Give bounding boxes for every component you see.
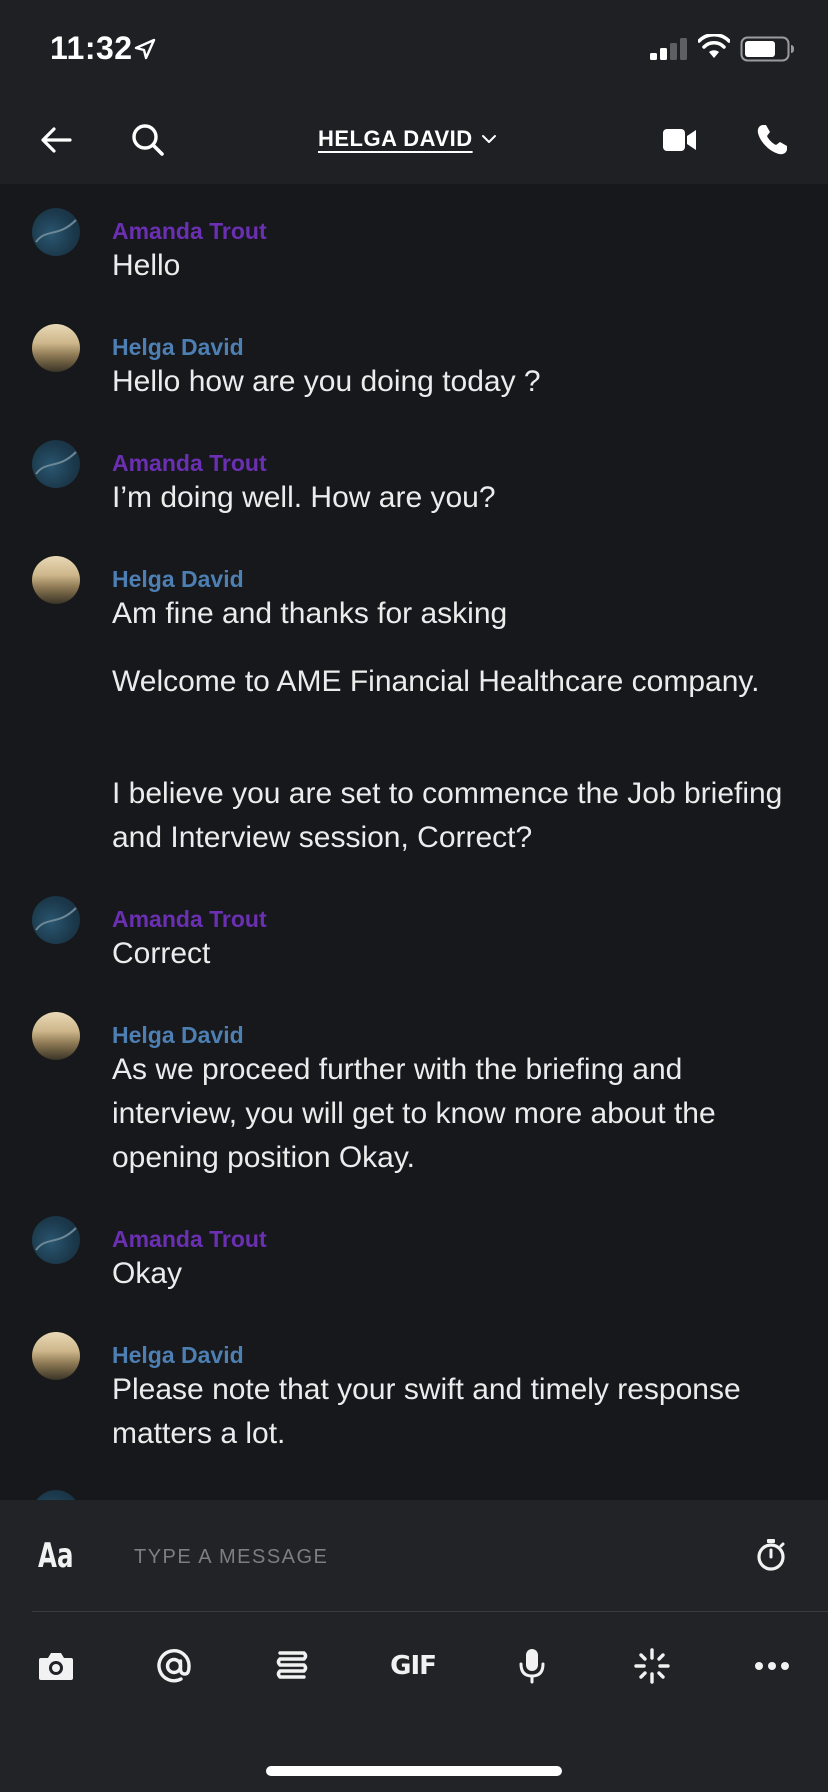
message-text: Hello: [112, 249, 181, 282]
stacked-lines-icon: [276, 1651, 308, 1679]
stopwatch-icon: [757, 1539, 785, 1571]
message-text: Welcome to AME Financial Healthcare comp…: [112, 665, 760, 698]
at-sign-icon: [157, 1649, 191, 1683]
message-input[interactable]: [132, 1536, 696, 1578]
avatar[interactable]: [32, 896, 80, 944]
message-text: Please note that your swift and timely r…: [112, 1373, 741, 1450]
message-text: I’m doing well. How are you?: [112, 481, 496, 514]
avatar[interactable]: [32, 1332, 80, 1380]
contact-name-dropdown[interactable]: HELGA DAVID: [318, 126, 497, 152]
sender-name: Helga David: [112, 334, 244, 360]
more-options-button[interactable]: [742, 1636, 802, 1696]
composer-toolbar: GIF: [0, 1636, 828, 1696]
message-text: Okay: [112, 1257, 183, 1290]
location-arrow-icon: [134, 38, 156, 60]
back-button[interactable]: [34, 118, 78, 162]
video-camera-icon: [663, 129, 696, 151]
avatar[interactable]: [32, 208, 80, 256]
voice-message-button[interactable]: [502, 1636, 562, 1696]
avatar[interactable]: [32, 1012, 80, 1060]
sender-name: Helga David: [112, 1342, 244, 1368]
contact-name: HELGA DAVID: [318, 126, 473, 151]
message-text: As we proceed further with the briefing …: [112, 1053, 716, 1174]
arrow-left-icon: [41, 127, 72, 153]
gif-icon: GIF: [390, 1651, 437, 1681]
sender-name: Helga David: [112, 1022, 244, 1048]
more-dots-icon: [755, 1662, 789, 1670]
wifi-icon: [698, 34, 730, 58]
message-text: Correct: [112, 937, 211, 970]
phone-icon: [757, 125, 787, 155]
avatar[interactable]: [32, 1490, 80, 1500]
message-text: Am fine and thanks for asking: [112, 597, 508, 630]
chat-header: HELGA DAVID: [0, 96, 828, 184]
message-composer: Aa GIF: [0, 1500, 828, 1792]
sparkle-icon: [634, 1648, 670, 1684]
voice-call-button[interactable]: [750, 118, 794, 162]
home-indicator[interactable]: [266, 1766, 562, 1776]
sender-name: Helga David: [112, 566, 244, 592]
chevron-down-icon: [481, 135, 496, 143]
video-call-button[interactable]: [658, 118, 702, 162]
sender-name: Amanda Trout: [112, 1226, 267, 1252]
camera-icon: [39, 1653, 73, 1680]
text-format-button[interactable]: Aa: [38, 1536, 73, 1576]
message-list[interactable]: Amanda Trout Hello Helga David Hello how…: [0, 184, 828, 1500]
message-text: Hello how are you doing today ?: [112, 365, 541, 398]
sender-name: Amanda Trout: [112, 218, 267, 244]
search-button[interactable]: [126, 118, 170, 162]
gif-button[interactable]: GIF: [383, 1636, 443, 1696]
search-icon: [132, 124, 164, 156]
camera-button[interactable]: [26, 1636, 86, 1696]
stickers-button[interactable]: [262, 1636, 322, 1696]
microphone-icon: [519, 1649, 545, 1684]
mention-button[interactable]: [144, 1636, 204, 1696]
battery-icon: [740, 36, 794, 62]
effects-button[interactable]: [622, 1636, 682, 1696]
avatar[interactable]: [32, 556, 80, 604]
cellular-signal-icon: [650, 38, 687, 60]
avatar[interactable]: [32, 1216, 80, 1264]
composer-divider: [32, 1611, 828, 1612]
avatar[interactable]: [32, 440, 80, 488]
message-text: I believe you are set to commence the Jo…: [112, 777, 783, 854]
status-bar: 11:32: [0, 0, 828, 96]
sender-name: Amanda Trout: [112, 906, 267, 932]
status-time: 11:32: [50, 30, 133, 66]
avatar[interactable]: [32, 324, 80, 372]
sender-name: Amanda Trout: [112, 450, 267, 476]
disappearing-timer-button[interactable]: [756, 1538, 786, 1577]
